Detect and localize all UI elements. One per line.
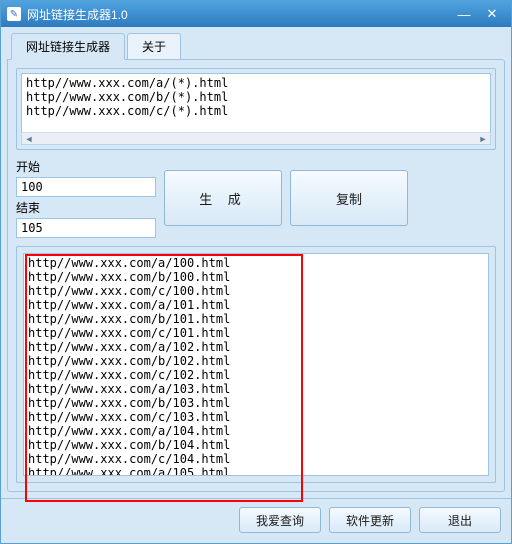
app-icon: ✎ [7,7,21,21]
start-input[interactable] [16,177,156,197]
output-textarea[interactable]: http//www.xxx.com/a/100.html http//www.x… [23,253,489,476]
range-column: 开始 结束 [16,158,156,238]
scroll-left-icon[interactable]: ◄ [22,133,36,144]
controls-row: 开始 结束 生 成 复制 [16,158,496,238]
copy-button[interactable]: 复制 [290,170,408,226]
close-button[interactable]: ✕ [479,5,505,23]
scroll-right-icon[interactable]: ► [476,133,490,144]
footer: 我爱查询 软件更新 退出 [1,498,511,543]
minimize-button[interactable]: — [451,5,477,23]
tab-strip: 网址链接生成器 关于 [7,33,505,59]
exit-button[interactable]: 退出 [419,507,501,533]
tab-about[interactable]: 关于 [127,33,181,59]
update-button[interactable]: 软件更新 [329,507,411,533]
titlebar[interactable]: ✎ 网址链接生成器1.0 — ✕ [1,1,511,27]
client-area: 网址链接生成器 关于 http//www.xxx.com/a/(*).html … [1,27,511,498]
spacer [416,158,496,238]
end-input[interactable] [16,218,156,238]
start-label: 开始 [16,158,156,175]
generate-button[interactable]: 生 成 [164,170,282,226]
template-textarea[interactable]: http//www.xxx.com/a/(*).html http//www.x… [21,73,491,133]
output-panel: http//www.xxx.com/a/100.html http//www.x… [16,246,496,483]
end-label: 结束 [16,199,156,216]
scroll-track[interactable] [36,133,476,144]
query-button[interactable]: 我爱查询 [239,507,321,533]
tab-generator[interactable]: 网址链接生成器 [11,33,125,60]
template-hscrollbar[interactable]: ◄ ► [21,132,491,145]
window-title: 网址链接生成器1.0 [27,6,449,23]
template-panel: http//www.xxx.com/a/(*).html http//www.x… [16,68,496,150]
tab-body: http//www.xxx.com/a/(*).html http//www.x… [7,59,505,492]
app-window: ✎ 网址链接生成器1.0 — ✕ 网址链接生成器 关于 http//www.xx… [0,0,512,544]
